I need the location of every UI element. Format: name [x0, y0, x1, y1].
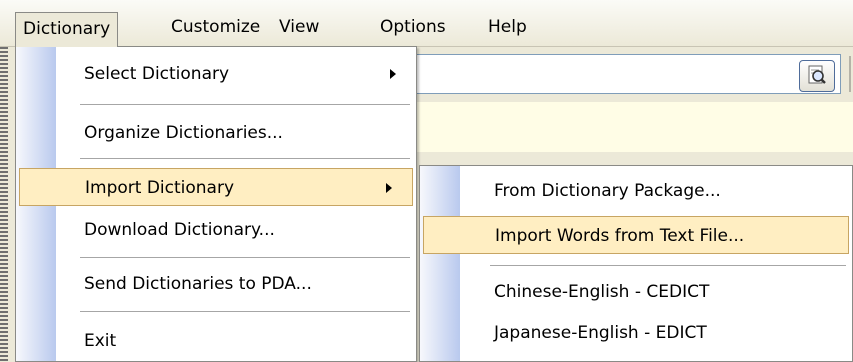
search-icon — [800, 61, 834, 91]
submenu-arrow-icon — [386, 183, 392, 193]
menu-customize[interactable]: Customize — [164, 13, 267, 41]
window-edge — [0, 47, 8, 362]
menu-separator — [80, 311, 410, 312]
menu-item-label: Japanese-English - EDICT — [494, 323, 707, 343]
menu-item-label: Select Dictionary — [84, 64, 230, 84]
menu-separator — [80, 158, 410, 159]
dictionary-menu: Select Dictionary Organize Dictionaries.… — [15, 46, 417, 362]
menu-view[interactable]: View — [272, 13, 326, 41]
info-strip — [395, 102, 853, 152]
menu-item-exit[interactable]: Exit — [16, 322, 416, 360]
menu-item-from-dictionary-package[interactable]: From Dictionary Package... — [420, 172, 852, 210]
menu-item-organize-dictionaries[interactable]: Organize Dictionaries... — [16, 114, 416, 152]
menu-bar: Dictionary Customize View Options Help — [0, 0, 853, 47]
menu-item-label: Import Words from Text File... — [495, 226, 745, 246]
menu-item-send-to-pda[interactable]: Send Dictionaries to PDA... — [16, 265, 416, 303]
menu-item-import-dictionary[interactable]: Import Dictionary — [19, 168, 413, 206]
menu-item-label: Send Dictionaries to PDA... — [84, 274, 312, 294]
menu-item-label: Download Dictionary... — [84, 220, 275, 240]
menu-separator — [80, 104, 410, 105]
submenu-arrow-icon — [390, 69, 396, 79]
menu-options[interactable]: Options — [373, 13, 453, 41]
menu-dictionary[interactable]: Dictionary — [15, 12, 119, 47]
menu-item-select-dictionary[interactable]: Select Dictionary — [16, 55, 416, 93]
menu-item-chinese-english-cedict[interactable]: Chinese-English - CEDICT — [420, 273, 852, 311]
menu-item-label: Organize Dictionaries... — [84, 123, 283, 143]
menu-item-label: Import Dictionary — [85, 178, 235, 198]
menu-separator — [490, 265, 846, 266]
import-submenu: From Dictionary Package... Import Words … — [419, 165, 853, 362]
menu-separator — [80, 257, 410, 258]
menu-help[interactable]: Help — [481, 13, 534, 41]
search-combo[interactable] — [395, 54, 841, 94]
menu-item-label: Chinese-English - CEDICT — [494, 282, 710, 302]
search-button[interactable] — [799, 60, 835, 92]
menu-item-label: From Dictionary Package... — [494, 181, 721, 201]
menu-item-import-words-from-text-file[interactable]: Import Words from Text File... — [423, 216, 849, 254]
menu-item-japanese-english-edict[interactable]: Japanese-English - EDICT — [420, 314, 852, 352]
menu-item-label: Exit — [84, 331, 117, 351]
toolbar-divider — [849, 56, 851, 92]
menu-item-download-dictionary[interactable]: Download Dictionary... — [16, 211, 416, 249]
